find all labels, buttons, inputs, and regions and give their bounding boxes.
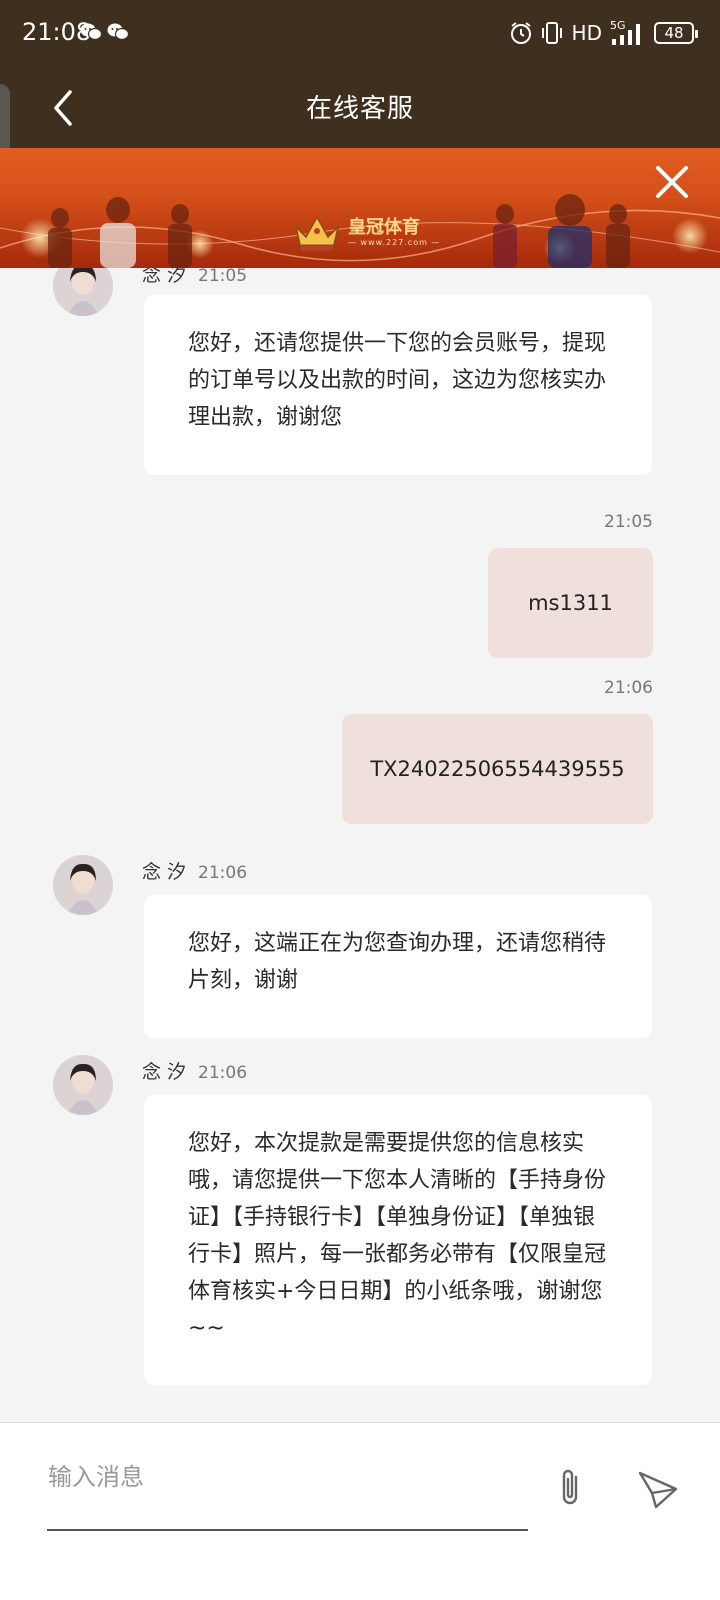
incoming-message-bubble: 您好，这端正在为您查询办理，还请您稍待片刻，谢谢 bbox=[144, 895, 652, 1038]
agent-avatar-image bbox=[53, 855, 113, 915]
crown-icon bbox=[294, 215, 340, 252]
status-bar: 21:08 HD 5G 48 bbox=[0, 0, 720, 66]
battery-icon: 48 bbox=[654, 22, 698, 44]
banner-logo: 皇冠体育 — www.227.com — bbox=[292, 210, 440, 254]
message-text: 您好，本次提款是需要提供您的信息核实哦，请您提供一下您本人清晰的【手持身份证】【… bbox=[188, 1131, 607, 1341]
vibrate-icon bbox=[541, 22, 562, 44]
message-time: 21:05 bbox=[198, 268, 248, 286]
message-text: 您好，这端正在为您查询办理，还请您稍待片刻，谢谢 bbox=[188, 931, 607, 993]
agent-avatar-image bbox=[53, 268, 113, 316]
page-title: 在线客服 bbox=[305, 94, 414, 124]
avatar[interactable] bbox=[53, 855, 113, 915]
signal-icon: 5G bbox=[610, 19, 640, 45]
sender-name: 念 汐 bbox=[142, 861, 187, 883]
network-label: HD bbox=[571, 21, 602, 45]
outgoing-message-bubble: ms1311 bbox=[488, 548, 653, 658]
message-time: 21:06 bbox=[198, 1063, 248, 1083]
message-time: 21:05 bbox=[604, 512, 653, 532]
banner-logo-text: 皇冠体育 bbox=[348, 216, 420, 238]
agent-avatar-image bbox=[53, 1055, 113, 1115]
message-meta: 念 汐 21:05 bbox=[142, 268, 247, 287]
wechat-icon bbox=[107, 23, 129, 41]
message-input[interactable] bbox=[48, 1457, 528, 1497]
message-meta: 念 汐 21:06 bbox=[142, 857, 247, 884]
battery-level: 48 bbox=[664, 24, 684, 42]
message-text: ms1311 bbox=[528, 591, 613, 615]
chat-messages[interactable]: 念 汐 21:05 您好，还请您提供一下您的会员账号，提现的订单号以及出款的时间，… bbox=[0, 268, 720, 1422]
signal-5g-label: 5G bbox=[610, 19, 626, 32]
close-icon[interactable] bbox=[652, 162, 692, 202]
message-meta: 念 汐 21:06 bbox=[142, 1057, 247, 1084]
message-text: 您好，还请您提供一下您的会员账号，提现的订单号以及出款的时间，这边为您核实办理出… bbox=[188, 331, 607, 430]
incoming-message-bubble: 您好，还请您提供一下您的会员账号，提现的订单号以及出款的时间，这边为您核实办理出… bbox=[144, 295, 652, 475]
alarm-icon bbox=[510, 22, 531, 44]
send-icon[interactable] bbox=[636, 1467, 680, 1511]
sender-name: 念 汐 bbox=[142, 1061, 187, 1083]
nav-bar: 在线客服 bbox=[0, 66, 720, 188]
promo-banner[interactable]: 皇冠体育 — www.227.com — bbox=[0, 148, 720, 268]
banner-logo-text-group: 皇冠体育 — www.227.com — bbox=[348, 216, 441, 247]
avatar[interactable] bbox=[53, 268, 113, 316]
message-time: 21:06 bbox=[604, 678, 653, 698]
message-composer bbox=[0, 1422, 720, 1600]
paperclip-icon[interactable] bbox=[552, 1465, 588, 1511]
banner-logo-sub: — www.227.com — bbox=[348, 237, 441, 247]
outgoing-message-bubble: TX24022506554439555 bbox=[342, 714, 653, 824]
incoming-message-bubble: 您好，本次提款是需要提供您的信息核实哦，请您提供一下您本人清晰的【手持身份证】【… bbox=[144, 1095, 652, 1385]
avatar[interactable] bbox=[53, 1055, 113, 1115]
input-underline bbox=[47, 1529, 528, 1531]
wechat-icon bbox=[80, 23, 102, 41]
status-right-cluster: HD 5G 48 bbox=[508, 16, 698, 50]
message-text: TX24022506554439555 bbox=[370, 757, 625, 781]
sender-name: 念 汐 bbox=[142, 268, 187, 286]
message-time: 21:06 bbox=[198, 863, 248, 883]
